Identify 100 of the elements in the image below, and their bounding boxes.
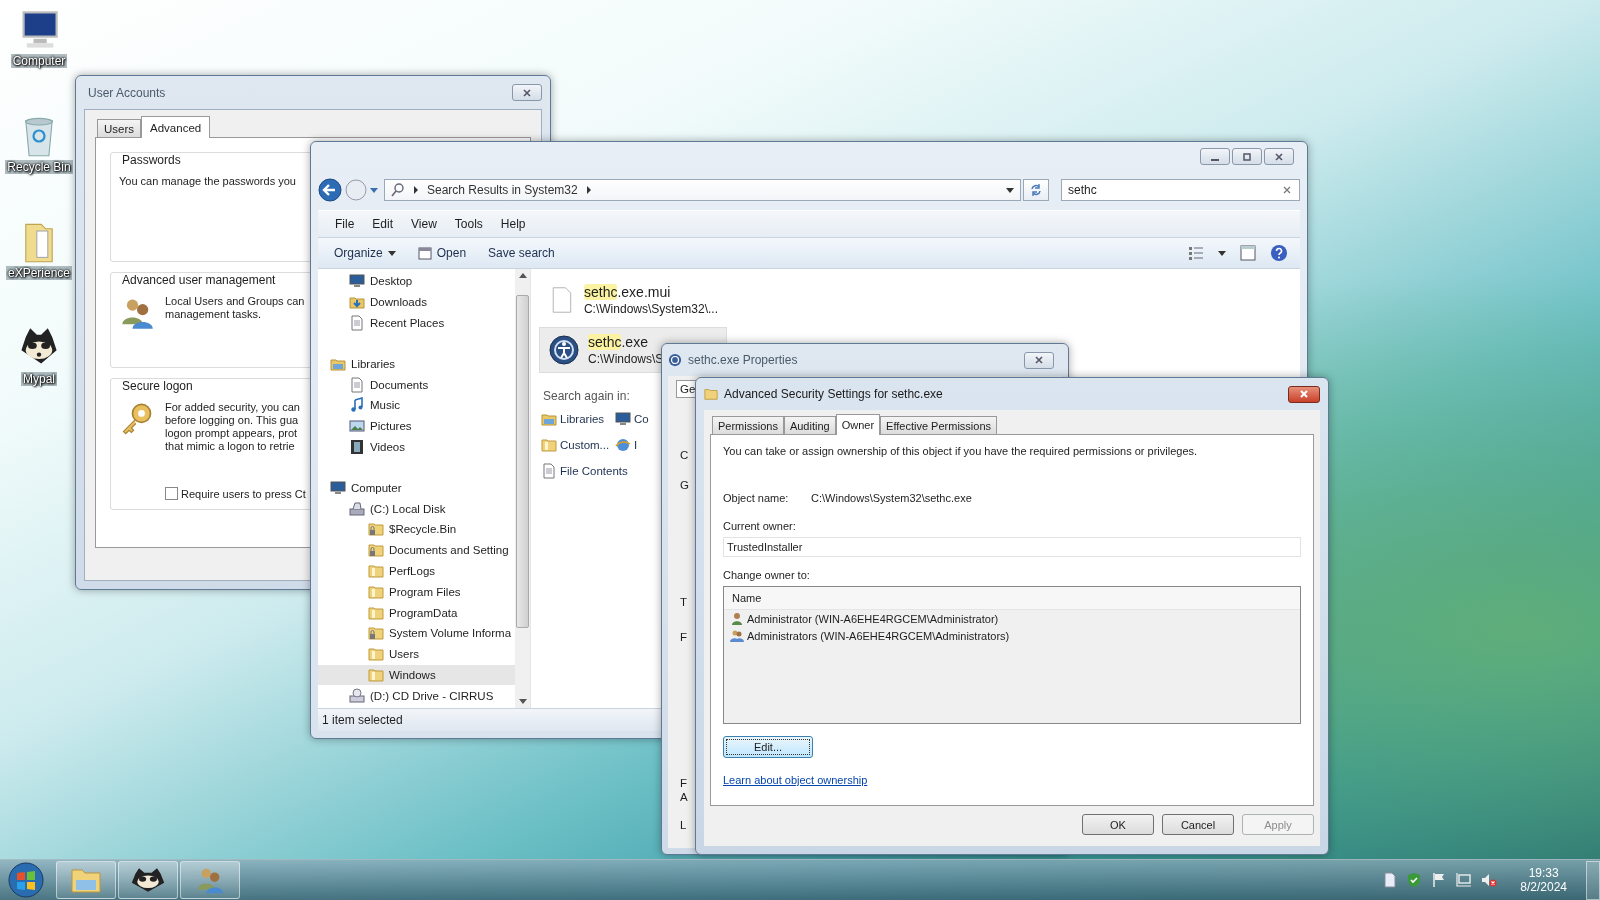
- dropdown-arrow-icon[interactable]: [370, 186, 378, 194]
- nav-tree-item[interactable]: Documents: [318, 374, 515, 395]
- search-location-link[interactable]: I: [613, 435, 651, 455]
- nav-tree-item[interactable]: System Volume Informa: [318, 622, 515, 644]
- caret-icon: [1218, 249, 1226, 257]
- search-field[interactable]: sethc: [1061, 179, 1300, 201]
- scrollbar-thumb[interactable]: [516, 295, 529, 628]
- toolbar-button[interactable]: Organize: [328, 243, 402, 263]
- user-icon: [730, 611, 744, 626]
- scrollbar[interactable]: [515, 269, 530, 708]
- nav-tree-item[interactable]: Computer: [318, 477, 515, 499]
- folder-icon: [368, 646, 384, 663]
- tab[interactable]: Users: [97, 119, 142, 137]
- toolbar-button[interactable]: Open: [411, 243, 473, 263]
- users-icon: [730, 628, 744, 643]
- menu-item[interactable]: Tools: [447, 215, 490, 233]
- taskbar-button[interactable]: [118, 861, 178, 899]
- nav-tree-item[interactable]: Downloads: [318, 291, 515, 313]
- description-text: that mimic a logon to retrie: [165, 440, 296, 452]
- folder-icon: [368, 583, 384, 600]
- start-button[interactable]: [8, 862, 44, 898]
- help-link[interactable]: Learn about object ownership: [723, 774, 868, 786]
- file-name: sethc.exe.mui: [583, 284, 672, 300]
- nav-tree-item[interactable]: PerfLogs: [318, 560, 515, 582]
- owner-row[interactable]: Administrators (WIN-A6EHE4RGCEM\Administrators): [724, 627, 1300, 644]
- nav-tree-item[interactable]: Music: [318, 395, 515, 416]
- tab[interactable]: Owner: [835, 414, 881, 435]
- minimize-icon: [1211, 158, 1219, 161]
- monitor-icon: [615, 411, 631, 427]
- globe-icon: [615, 437, 631, 453]
- maximize-button[interactable]: [1232, 148, 1262, 165]
- column-header[interactable]: Name: [732, 592, 762, 604]
- show-desktop-button[interactable]: [1586, 860, 1600, 900]
- scroll-up-arrow-icon[interactable]: [518, 273, 527, 279]
- scroll-down-arrow-icon[interactable]: [518, 698, 527, 704]
- toolbar-button[interactable]: Save search: [482, 243, 561, 263]
- nav-tree-item[interactable]: Libraries: [318, 353, 515, 375]
- dialog-button[interactable]: OK: [1082, 814, 1154, 835]
- tab[interactable]: Permissions: [712, 416, 784, 434]
- help-button[interactable]: [1268, 242, 1290, 264]
- menu-item[interactable]: File: [328, 215, 362, 233]
- network-icon[interactable]: [1456, 872, 1473, 888]
- clear-icon[interactable]: [1283, 186, 1291, 194]
- nav-tree-item[interactable]: (D:) CD Drive - CIRRUS: [318, 685, 515, 707]
- file-path: C:\Windows\S: [588, 352, 664, 366]
- search-location-link[interactable]: Libraries: [539, 409, 611, 429]
- nav-tree-item[interactable]: ProgramData: [318, 602, 515, 623]
- nav-tree-item[interactable]: $Recycle.Bin: [318, 518, 515, 540]
- description-text: logon prompt appears, prot: [165, 427, 299, 439]
- object-name: C:\Windows\System32\sethc.exe: [811, 492, 972, 504]
- music-note-icon: [349, 397, 365, 414]
- back-button[interactable]: [318, 178, 342, 202]
- tab[interactable]: Auditing: [783, 416, 836, 434]
- nav-tree-item[interactable]: (C:) Local Disk: [318, 498, 515, 519]
- preview-pane-button[interactable]: [1238, 243, 1258, 263]
- menu-item[interactable]: View: [404, 215, 444, 233]
- document-icon[interactable]: [1383, 872, 1398, 888]
- nav-tree-item[interactable]: Videos: [318, 436, 515, 458]
- search-location-link[interactable]: Co: [613, 409, 651, 429]
- nav-tree-item[interactable]: Pictures: [318, 415, 515, 437]
- description-text: Local Users and Groups can: [165, 295, 305, 307]
- menu-item[interactable]: Help: [493, 215, 533, 233]
- close-button[interactable]: [1024, 351, 1054, 369]
- checkbox-label[interactable]: Require users to press Ct: [181, 487, 306, 500]
- minimize-button[interactable]: [1200, 148, 1230, 165]
- clock[interactable]: 19:33 8/2/2024: [1520, 866, 1567, 894]
- close-button[interactable]: [1288, 385, 1320, 403]
- address-bar[interactable]: Search Results in System32: [383, 179, 1022, 201]
- speaker-muted-icon[interactable]: [1481, 872, 1498, 888]
- nav-tree-item[interactable]: Windows: [318, 664, 515, 686]
- nav-tree-item[interactable]: Users: [318, 643, 515, 665]
- close-button[interactable]: [1264, 148, 1294, 165]
- tab[interactable]: Effective Permissions: [880, 416, 998, 434]
- dialog-button[interactable]: Cancel: [1162, 814, 1234, 835]
- search-result[interactable]: sethc.exe.mui C:\Windows\System32\...: [539, 277, 727, 323]
- nav-tree-item[interactable]: Recent Places: [318, 312, 515, 334]
- search-location-link[interactable]: Custom...: [539, 435, 611, 455]
- owner-row[interactable]: Administrator (WIN-A6EHE4RGCEM\Administrator): [724, 610, 1300, 627]
- drive-icon: [349, 500, 365, 517]
- film-icon: [349, 438, 365, 455]
- nav-tree-item[interactable]: Documents and Setting: [318, 539, 515, 561]
- tab[interactable]: Advanced: [141, 116, 211, 138]
- label-fragment: T: [680, 596, 688, 608]
- label-fragment: F: [680, 631, 688, 643]
- close-button[interactable]: [512, 84, 542, 101]
- cd-drive-icon: [349, 687, 365, 704]
- nav-tree-item[interactable]: Program Files: [318, 581, 515, 603]
- refresh-button[interactable]: [1023, 179, 1049, 201]
- nav-tree-item[interactable]: Desktop: [318, 271, 515, 292]
- document-icon: [349, 376, 365, 393]
- shield-check-icon[interactable]: [1406, 872, 1423, 888]
- caret-icon: [387, 249, 396, 257]
- search-location-link[interactable]: File Contents: [539, 461, 651, 481]
- help-icon: [1270, 244, 1288, 262]
- menu-item[interactable]: Edit: [365, 215, 401, 233]
- checkbox[interactable]: [165, 487, 178, 500]
- field-label: Change owner to:: [723, 569, 810, 581]
- edit-button[interactable]: Edit...: [723, 736, 813, 758]
- file-name: sethc.exe: [588, 334, 649, 350]
- group-title: Passwords: [119, 153, 184, 167]
